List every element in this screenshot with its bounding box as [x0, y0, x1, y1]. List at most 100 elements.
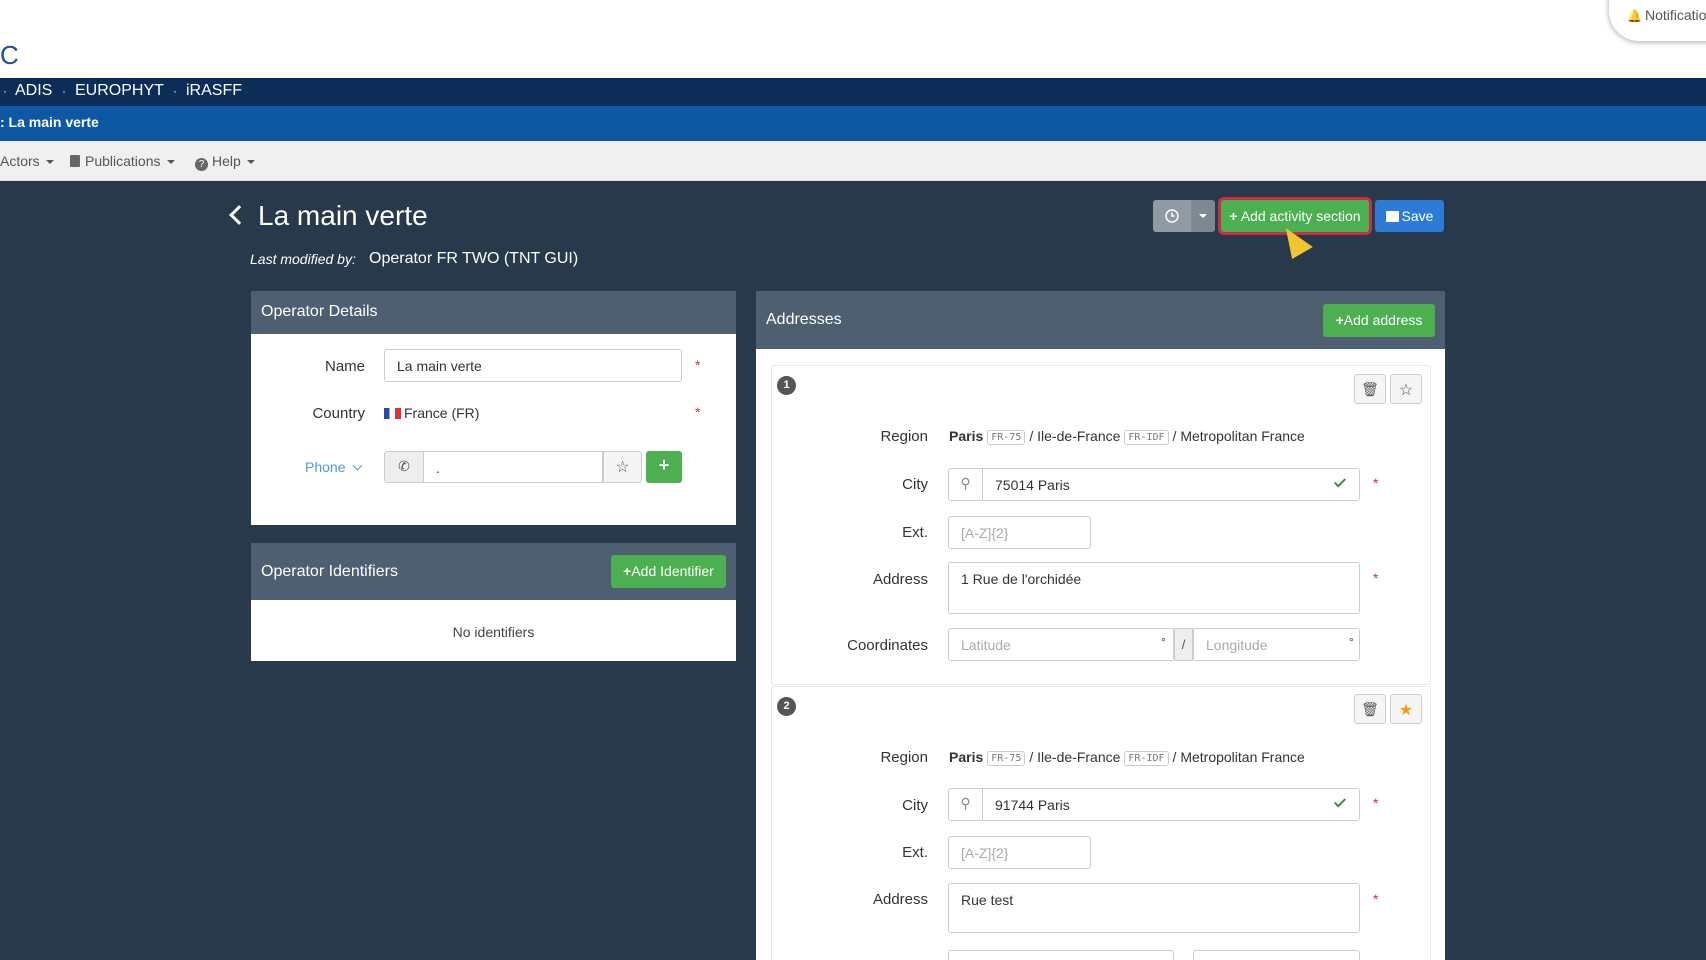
- ext-input[interactable]: [A-Z]{2}: [948, 836, 1091, 869]
- menu-bar: Actors Publications ? Help: [0, 141, 1706, 181]
- history-dropdown-button[interactable]: [1191, 200, 1215, 232]
- menu-publications-label: Publications: [85, 153, 161, 169]
- latitude-input-partial[interactable]: [948, 950, 1174, 960]
- longitude-input[interactable]: Longitude: [1193, 628, 1360, 661]
- region-area: Ile-de-France: [1037, 749, 1121, 765]
- phone-type-dropdown[interactable]: Phone: [305, 459, 363, 475]
- nav-separator: ·: [62, 84, 66, 98]
- clock-icon: [1165, 209, 1179, 223]
- region-separator: /: [1029, 749, 1034, 765]
- nav-item-adis[interactable]: ADIS: [15, 82, 52, 100]
- add-phone-button[interactable]: +: [646, 451, 682, 483]
- degree-symbol: °: [1161, 635, 1166, 649]
- country-value: France (FR): [384, 405, 479, 421]
- nav-item-irasff[interactable]: iRASFF: [186, 82, 242, 100]
- region-label: Region: [880, 749, 928, 766]
- address-label: Address: [872, 571, 928, 588]
- add-activity-section-label: Add activity section: [1240, 208, 1361, 224]
- region-city: Paris: [949, 749, 984, 765]
- save-label: Save: [1401, 208, 1434, 224]
- address-textarea[interactable]: 1 Rue de l'orchidée: [948, 562, 1360, 614]
- region-label: Region: [880, 428, 928, 445]
- menu-publications[interactable]: Publications: [70, 153, 175, 169]
- required-marker: *: [1373, 570, 1379, 586]
- coordinates-label: Coordinates: [847, 637, 928, 654]
- region-city-code-tag: FR-75: [987, 430, 1026, 445]
- favorite-star-icon[interactable]: ☆: [1390, 374, 1422, 404]
- address-index-badge: 2: [777, 697, 796, 716]
- country-label: Country: [312, 405, 365, 422]
- region-separator: /: [1172, 428, 1177, 444]
- favorite-star-filled-icon[interactable]: ★: [1390, 694, 1422, 724]
- save-button[interactable]: Save: [1375, 200, 1444, 232]
- caret-down-icon: [45, 160, 54, 165]
- search-icon: ⚲: [948, 788, 983, 821]
- notifications-button[interactable]: 🔔Notifications: [1609, 0, 1706, 41]
- delete-trash-icon[interactable]: 🗑: [1354, 694, 1386, 724]
- menu-actors-label: Actors: [0, 153, 40, 169]
- context-bar: : La main verte: [0, 106, 1706, 141]
- region-country: Metropolitan France: [1180, 749, 1305, 765]
- add-identifier-label: Add Identifier: [631, 563, 714, 579]
- name-label: Name: [324, 358, 365, 375]
- ext-label: Ext.: [902, 524, 928, 541]
- add-identifier-button[interactable]: +Add Identifier: [611, 555, 726, 588]
- save-icon: [1385, 211, 1399, 222]
- required-marker: *: [695, 357, 701, 373]
- bell-icon: 🔔: [1627, 9, 1642, 23]
- context-title: : La main verte: [0, 114, 99, 130]
- app-logo: C: [0, 40, 19, 70]
- delete-trash-icon[interactable]: 🗑: [1354, 374, 1386, 404]
- operator-details-heading: Operator Details: [251, 291, 736, 334]
- add-address-button[interactable]: +Add address: [1323, 304, 1435, 337]
- last-modified-label: Last modified by:: [250, 251, 356, 267]
- required-marker: *: [1373, 891, 1379, 907]
- ext-label: Ext.: [902, 844, 928, 861]
- phone-icon: ✆: [384, 451, 424, 483]
- nav-item-europhyt[interactable]: EUROPHYT: [75, 82, 164, 100]
- page-title: La main verte: [258, 200, 428, 231]
- plus-icon: +: [1335, 312, 1344, 328]
- chevron-down-icon: [352, 460, 363, 471]
- plus-icon: +: [1229, 208, 1238, 224]
- required-marker: *: [1373, 795, 1379, 811]
- city-input[interactable]: 75014 Paris: [982, 468, 1360, 501]
- region-area-code-tag: FR-IDF: [1124, 751, 1169, 766]
- required-marker: *: [695, 404, 701, 420]
- city-input[interactable]: 91744 Paris: [982, 788, 1360, 821]
- no-identifiers-text: No identifiers: [452, 624, 535, 640]
- last-modified-value: Operator FR TWO (TNT GUI): [369, 250, 579, 267]
- menu-help[interactable]: ? Help: [195, 153, 255, 171]
- history-button[interactable]: [1153, 200, 1191, 232]
- name-input[interactable]: La main verte: [384, 349, 682, 382]
- back-arrow-icon[interactable]: [229, 205, 249, 225]
- address-textarea[interactable]: Rue test: [948, 883, 1360, 933]
- region-value: Paris FR-75/ Ile-de-France FR-IDF / Metropo…: [949, 428, 1305, 445]
- city-label: City: [902, 476, 928, 493]
- region-separator: /: [1172, 749, 1177, 765]
- country-text: France (FR): [404, 405, 480, 421]
- ext-input[interactable]: [A-Z]{2}: [948, 516, 1091, 549]
- phone-favorite-star-icon[interactable]: ☆: [603, 451, 642, 483]
- france-flag-icon: [384, 408, 401, 419]
- search-icon: ⚲: [948, 468, 983, 501]
- region-value: Paris FR-75/ Ile-de-France FR-IDF / Metropo…: [949, 749, 1305, 766]
- systems-nav: · ADIS · EUROPHYT · iRASFF: [0, 78, 1706, 106]
- address-label: Address: [872, 891, 928, 908]
- latitude-input[interactable]: Latitude: [948, 628, 1174, 661]
- region-country: Metropolitan France: [1180, 428, 1305, 444]
- region-city: Paris: [949, 428, 984, 444]
- notifications-label: Notifications: [1644, 7, 1706, 23]
- caret-down-icon: [1199, 214, 1207, 219]
- top-bar: C: [0, 0, 1706, 78]
- region-city-code-tag: FR-75: [987, 751, 1026, 766]
- required-marker: *: [1373, 475, 1379, 491]
- city-label: City: [902, 797, 928, 814]
- question-circle-icon: ?: [195, 158, 208, 171]
- longitude-input-partial[interactable]: [1193, 950, 1360, 960]
- address-index-badge: 1: [777, 376, 796, 395]
- phone-input[interactable]: .: [423, 451, 603, 483]
- menu-actors[interactable]: Actors: [0, 153, 54, 169]
- nav-separator: ·: [3, 84, 7, 98]
- phone-label: Phone: [305, 459, 346, 475]
